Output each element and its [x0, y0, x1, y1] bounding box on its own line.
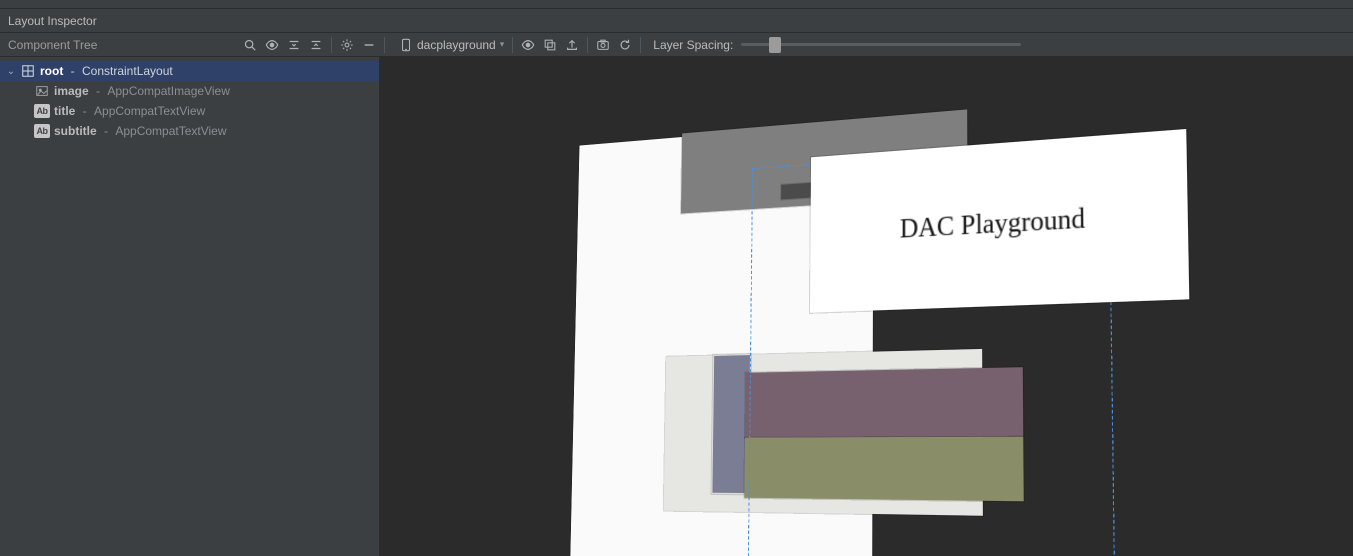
window-top-strip	[0, 0, 1353, 9]
node-name: image	[54, 84, 89, 98]
textview-icon: Ab	[34, 123, 50, 139]
node-dash: -	[79, 104, 90, 118]
snapshot-icon[interactable]	[592, 34, 614, 56]
slider-track	[741, 43, 1021, 46]
node-dash: -	[101, 124, 112, 138]
slider-thumb[interactable]	[769, 37, 781, 53]
gear-icon[interactable]	[336, 34, 358, 56]
separator	[587, 37, 588, 53]
layer-title-text: DAC Playground	[900, 203, 1086, 245]
node-name: subtitle	[54, 124, 97, 138]
overlay-icon[interactable]	[539, 34, 561, 56]
search-icon[interactable]	[239, 34, 261, 56]
separator	[384, 37, 385, 53]
chevron-down-icon: ▾	[500, 39, 505, 50]
component-tree-panel: ⌄ root - ConstraintLayout image - AppCom…	[0, 57, 380, 556]
node-dash: -	[67, 64, 78, 78]
device-icon	[399, 38, 413, 52]
tree-node-title[interactable]: Ab title - AppCompatTextView	[0, 101, 379, 121]
component-tree-label: Component Tree	[0, 38, 97, 52]
node-name: root	[40, 64, 63, 78]
eye-icon[interactable]	[261, 34, 283, 56]
collapse-icon[interactable]	[283, 34, 305, 56]
node-name: title	[54, 104, 75, 118]
main-split: ⌄ root - ConstraintLayout image - AppCom…	[0, 57, 1353, 556]
node-type: ConstraintLayout	[82, 64, 173, 78]
tree-node-root[interactable]: ⌄ root - ConstraintLayout	[0, 61, 379, 81]
layout-3d-canvas[interactable]: DAC Playground	[380, 57, 1353, 556]
node-type: AppCompatImageView	[107, 84, 230, 98]
separator	[512, 37, 513, 53]
separator	[331, 37, 332, 53]
tree-node-subtitle[interactable]: Ab subtitle - AppCompatTextView	[0, 121, 379, 141]
node-type: AppCompatTextView	[115, 124, 226, 138]
process-dropdown[interactable]: dacplayground ▾	[395, 34, 508, 56]
textview-icon: Ab	[34, 103, 50, 119]
layer-title-card[interactable]: DAC Playground	[810, 129, 1189, 313]
refresh-icon[interactable]	[614, 34, 636, 56]
window-title-bar: Layout Inspector	[0, 9, 1353, 33]
canvas-toolbar: dacplayground ▾ Layer Spacing:	[389, 33, 1021, 56]
process-name: dacplayground	[417, 38, 496, 52]
constraint-layout-icon	[20, 63, 36, 79]
node-dash: -	[93, 84, 104, 98]
expand-icon[interactable]	[305, 34, 327, 56]
image-icon	[34, 83, 50, 99]
node-type: AppCompatTextView	[94, 104, 205, 118]
tree-node-image[interactable]: image - AppCompatImageView	[0, 81, 379, 101]
toolbar-row: Component Tree dacplayground ▾	[0, 33, 1353, 57]
eye-icon[interactable]	[517, 34, 539, 56]
layer-spacing-label: Layer Spacing:	[653, 38, 733, 52]
window-title: Layout Inspector	[8, 14, 97, 28]
separator	[640, 37, 641, 53]
export-icon[interactable]	[561, 34, 583, 56]
layer-spacing-slider[interactable]	[741, 34, 1021, 56]
chevron-down-icon[interactable]: ⌄	[6, 66, 16, 77]
minimize-icon[interactable]	[358, 34, 380, 56]
tree-toolbar: Component Tree	[0, 33, 380, 56]
